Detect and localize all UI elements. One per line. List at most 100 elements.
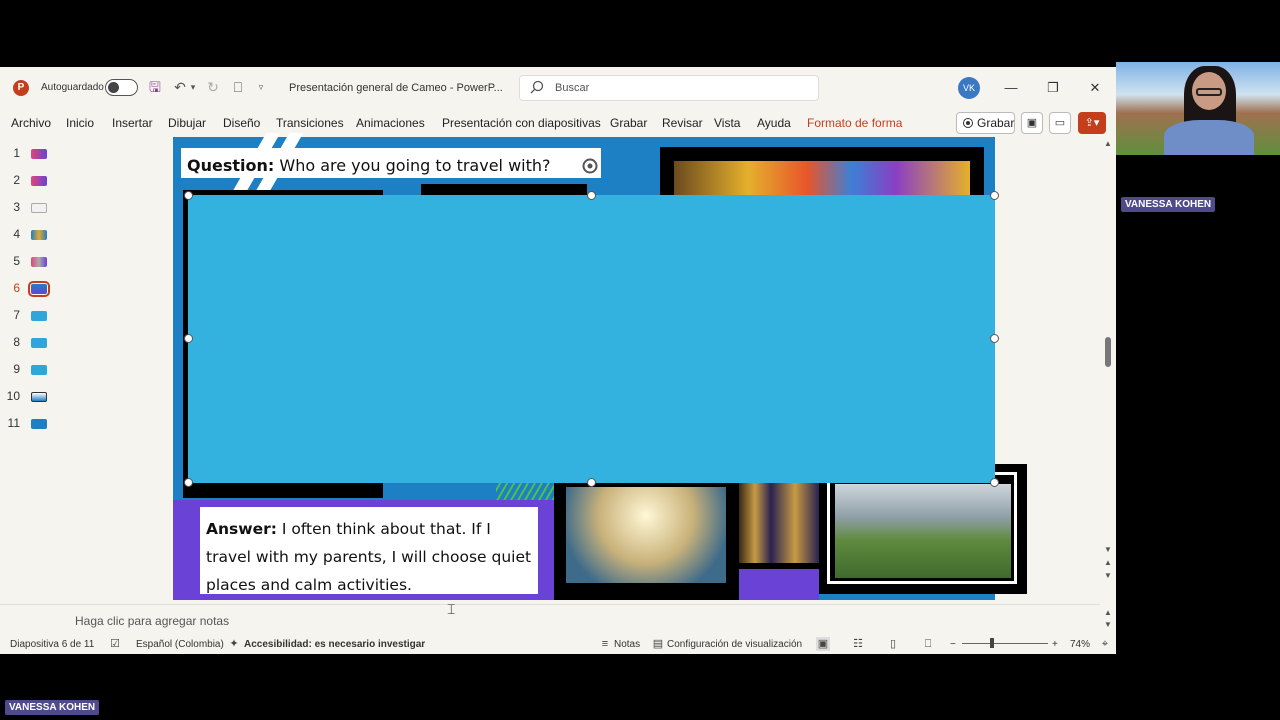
undo-dropdown-icon[interactable]: ▾ (188, 78, 198, 96)
accessibility-status[interactable]: Accesibilidad: es necesario investigar (244, 639, 425, 650)
slide-thumbnail[interactable]: 4 (0, 224, 60, 244)
normal-view-icon[interactable]: ▣ (816, 637, 830, 651)
selected-rectangle-shape[interactable] (188, 195, 995, 483)
slide-number: 5 (13, 254, 20, 268)
photo-frame[interactable] (739, 483, 819, 600)
tab-ayuda[interactable]: Ayuda (757, 116, 791, 130)
tab-formato-de-forma[interactable]: Formato de forma (807, 116, 902, 130)
slide-thumbnail[interactable]: 10 (0, 386, 60, 406)
tab-archivo[interactable]: Archivo (11, 116, 51, 130)
fit-slide-icon[interactable]: ⌖ (1098, 637, 1112, 651)
scroll-down-icon[interactable]: ▼ (1103, 545, 1113, 555)
display-settings-button[interactable]: Configuración de visualización (667, 639, 802, 650)
resize-handle[interactable] (184, 478, 193, 487)
question-box[interactable]: Question: Who are you going to travel wi… (181, 148, 601, 178)
zoom-slider[interactable] (962, 643, 1048, 644)
slide-canvas[interactable]: Question: Who are you going to travel wi… (173, 133, 1027, 600)
rotate-handle-icon[interactable] (581, 157, 599, 175)
zoom-slider-knob[interactable] (990, 638, 994, 648)
share-button[interactable]: ⇪▾ (1078, 112, 1106, 134)
slide-sorter-icon[interactable]: ☷ (851, 637, 865, 651)
resize-handle[interactable] (587, 478, 596, 487)
tab-transiciones[interactable]: Transiciones (276, 116, 344, 130)
slide-thumbnail[interactable]: 8 (0, 332, 60, 352)
resize-handle[interactable] (184, 191, 193, 200)
slide-preview (31, 203, 47, 213)
answer-text: Answer: I often think about that. If I t… (206, 515, 532, 599)
close-icon[interactable]: ✕ (1083, 77, 1107, 99)
slide-number: 11 (7, 416, 20, 430)
minimize-icon[interactable]: — (999, 77, 1023, 99)
slide-number: 3 (13, 200, 20, 214)
slide-thumbnail[interactable]: 6 (0, 278, 60, 298)
customize-toolbar-icon[interactable]: ▿ (255, 78, 267, 96)
comments-icon[interactable]: ▭ (1049, 112, 1071, 134)
slide-number: 10 (6, 389, 20, 403)
slide-thumbnail[interactable]: 7 (0, 305, 60, 325)
redo-icon[interactable]: ↻ (204, 78, 222, 96)
accessibility-icon[interactable]: ✦ (227, 637, 241, 651)
slide-preview (31, 419, 47, 429)
vertical-scrollbar[interactable]: ▲ ▼ ▲ ▼ ▲ ▼ (1100, 137, 1116, 631)
camera-icon[interactable]: ▣ (1021, 112, 1043, 134)
tab-inicio[interactable]: Inicio (66, 116, 94, 130)
notes-icon[interactable]: ≡ (598, 637, 612, 651)
participant-body (1164, 120, 1254, 155)
notes-scroll-down-icon[interactable]: ▼ (1103, 620, 1113, 630)
tab-vista[interactable]: Vista (714, 116, 740, 130)
answer-box[interactable]: Answer: I often think about that. If I t… (200, 507, 538, 594)
reading-view-icon[interactable]: ▯ (886, 637, 900, 651)
zoom-out-icon[interactable]: − (950, 639, 956, 650)
decorative-hatch (496, 482, 554, 500)
notes-button[interactable]: Notas (614, 639, 640, 650)
language-indicator[interactable]: Español (Colombia) (136, 639, 224, 650)
notes-pane[interactable]: Haga clic para agregar notas (0, 604, 1100, 634)
search-box[interactable]: Buscar (519, 75, 819, 101)
slide-thumbnail[interactable]: 2 (0, 170, 60, 190)
zoom-in-icon[interactable]: + (1052, 639, 1058, 650)
slide-preview (31, 176, 47, 186)
photo-frame[interactable] (554, 483, 739, 600)
resize-handle[interactable] (587, 191, 596, 200)
slide-thumbnail[interactable]: 5 (0, 251, 60, 271)
slide-thumbnail[interactable]: 3 (0, 197, 60, 217)
tab-grabar[interactable]: Grabar (610, 116, 647, 130)
screen: P Autoguardado 🖫 ↶ ▾ ↻ ⎕ ▿ Presentación … (0, 0, 1280, 720)
present-icon[interactable]: ⎕ (229, 78, 247, 96)
resize-handle[interactable] (990, 478, 999, 487)
tab-dibujar[interactable]: Dibujar (168, 116, 206, 130)
spellcheck-icon[interactable]: ☑ (108, 637, 122, 651)
zoom-level[interactable]: 74% (1070, 639, 1090, 650)
tab-revisar[interactable]: Revisar (662, 116, 703, 130)
resize-handle[interactable] (990, 191, 999, 200)
tab-diseno[interactable]: Diseño (223, 116, 260, 130)
slide-preview (31, 257, 47, 267)
record-button[interactable]: Grabar (956, 112, 1015, 134)
undo-icon[interactable]: ↶ (171, 78, 189, 96)
participant-video (1116, 62, 1280, 155)
display-settings-icon[interactable]: ▤ (651, 637, 665, 651)
forest-photo (739, 483, 819, 563)
slide-number: 8 (13, 335, 20, 349)
resize-handle[interactable] (990, 334, 999, 343)
restore-icon[interactable]: ❐ (1041, 77, 1065, 99)
resize-handle[interactable] (184, 334, 193, 343)
scrollbar-thumb[interactable] (1105, 337, 1111, 367)
presenter-name-tag: VANESSA KOHEN (5, 700, 100, 715)
slide-thumbnail[interactable]: 11 (0, 413, 60, 433)
question-body: Who are you going to travel with? (274, 156, 551, 175)
tab-animaciones[interactable]: Animaciones (356, 116, 425, 130)
user-avatar[interactable]: VK (958, 77, 980, 99)
notes-scroll-up-icon[interactable]: ▲ (1103, 608, 1113, 618)
autosave-toggle[interactable] (105, 79, 138, 96)
tab-presentacion[interactable]: Presentación con diapositivas (442, 116, 601, 130)
previous-slide-icon[interactable]: ▲ (1103, 558, 1113, 568)
next-slide-icon[interactable]: ▼ (1103, 571, 1113, 581)
purple-block (739, 569, 819, 600)
tab-insertar[interactable]: Insertar (112, 116, 153, 130)
scroll-up-icon[interactable]: ▲ (1103, 139, 1113, 149)
save-icon[interactable]: 🖫 (146, 78, 164, 96)
slideshow-icon[interactable]: ⎕ (921, 637, 935, 651)
slide-thumbnail[interactable]: 9 (0, 359, 60, 379)
slide-thumbnail[interactable]: 1 (0, 143, 60, 163)
